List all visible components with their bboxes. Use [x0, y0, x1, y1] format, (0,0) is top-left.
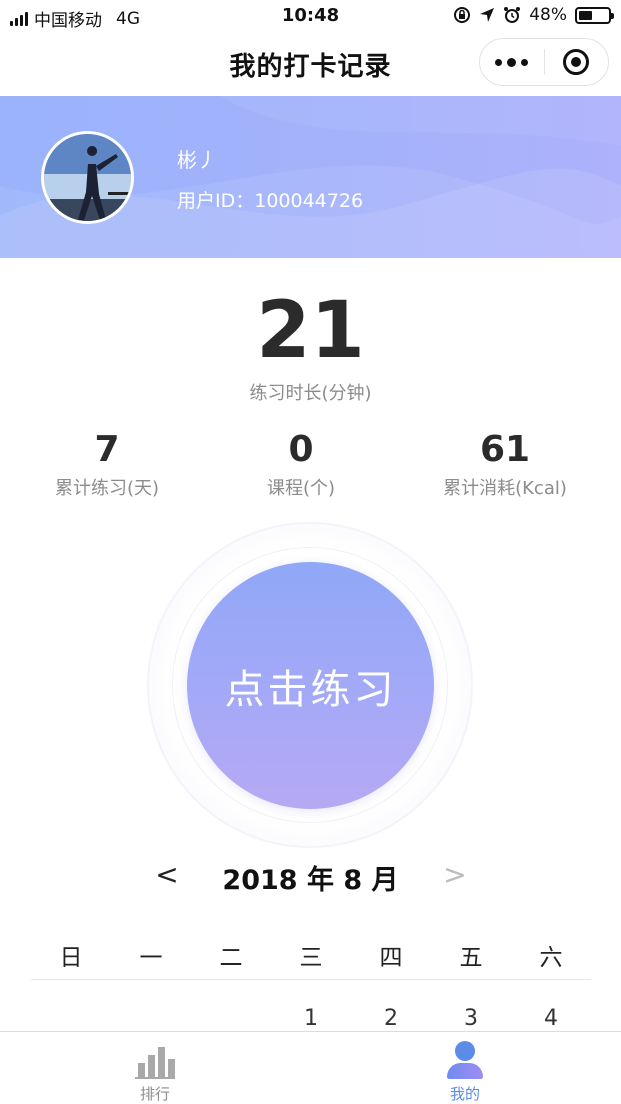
weekday-label: 一: [139, 945, 163, 971]
calendar-day-empty: [31, 1006, 111, 1031]
weekday-label: 五: [459, 945, 483, 971]
tab-label: 我的: [449, 1085, 480, 1103]
close-miniprogram-button[interactable]: [545, 39, 609, 85]
calendar-day[interactable]: 2: [351, 1006, 431, 1031]
more-menu-icon[interactable]: [480, 39, 544, 85]
username: 彬丿: [177, 148, 217, 172]
tab-label: 排行: [139, 1085, 170, 1103]
calendar-day[interactable]: 4: [511, 1006, 591, 1031]
target-icon: [563, 49, 590, 75]
rotation-lock-icon: [454, 7, 471, 23]
next-month-button[interactable]: >: [443, 858, 467, 891]
bar-chart-icon: [135, 1041, 175, 1079]
nav-bar: 我的打卡记录: [0, 32, 621, 96]
stat-label: 课程(个): [266, 478, 336, 499]
battery-level: [579, 10, 593, 20]
calendar-weekday-header: 日 一 二 三 四 五 六: [31, 938, 591, 980]
weekday-label: 二: [219, 945, 243, 971]
profile-banner: 彬丿 用户ID：100044726: [0, 96, 621, 258]
stat-value: 61: [479, 429, 531, 470]
status-bar: 中国移动 4G 10:48 48%: [0, 0, 621, 32]
person-icon: [445, 1041, 485, 1079]
tab-bar: 排行 我的: [0, 1031, 621, 1104]
miniprogram-capsule: [479, 38, 609, 86]
battery-percent: 48%: [529, 5, 567, 25]
practice-minutes-value: 21: [256, 286, 365, 376]
start-practice-button[interactable]: 点击练习: [187, 562, 434, 809]
start-practice-label: 点击练习: [224, 666, 397, 713]
tab-ranking[interactable]: 排行: [95, 1032, 215, 1104]
alarm-icon: [504, 7, 521, 23]
status-right: 48%: [453, 5, 614, 25]
calendar-day-empty: [191, 1006, 271, 1031]
calendar-day[interactable]: 3: [431, 1006, 511, 1031]
tab-mine[interactable]: 我的: [405, 1032, 525, 1104]
stat-total-days: 7 累计练习(天): [7, 430, 207, 500]
user-id: 用户ID：100044726: [177, 190, 364, 212]
calendar-day[interactable]: 1: [271, 1006, 351, 1031]
weekday-label: 六: [539, 945, 563, 971]
avatar[interactable]: [41, 131, 134, 224]
calendar-month-title: 2018 年 8 月: [222, 865, 399, 896]
stat-value: 0: [288, 429, 314, 470]
stat-label: 累计练习(天): [54, 478, 160, 499]
stat-value: 7: [94, 429, 120, 470]
stat-label: 累计消耗(Kcal): [443, 478, 567, 499]
battery-icon: [575, 6, 614, 24]
stat-calories: 61 累计消耗(Kcal): [405, 430, 605, 500]
calendar-day-empty: [111, 1006, 191, 1031]
weekday-label: 四: [379, 945, 403, 971]
practice-minutes-label: 练习时长(分钟): [249, 383, 372, 404]
stat-courses: 0 课程(个): [201, 430, 401, 500]
weekday-label: 日: [59, 945, 83, 971]
calendar-week-row: 1 2 3 4: [31, 1006, 591, 1031]
location-icon: [480, 8, 495, 22]
weekday-label: 三: [299, 945, 323, 971]
previous-month-button[interactable]: <: [155, 858, 179, 891]
